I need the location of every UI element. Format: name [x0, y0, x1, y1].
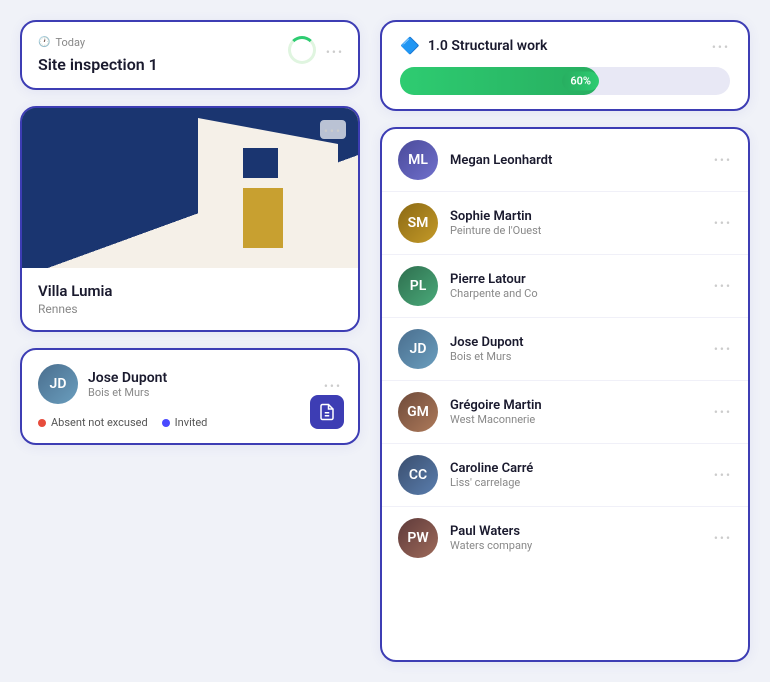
- person-avatar: JD: [38, 364, 78, 404]
- person-more-button[interactable]: [714, 215, 732, 231]
- list-item: SM Sophie Martin Peinture de l'Ouest: [382, 192, 748, 255]
- person-details: Pierre Latour Charpente and Co: [450, 272, 702, 300]
- person-details: Grégoire Martin West Maconnerie: [450, 398, 702, 426]
- inspection-more-button[interactable]: [326, 41, 344, 60]
- person-details: Caroline Carré Liss' carrelage: [450, 461, 702, 489]
- person-more-button[interactable]: [714, 467, 732, 483]
- report-button[interactable]: [310, 395, 344, 429]
- person-more-button[interactable]: [324, 375, 342, 394]
- person-details: Megan Leonhardt: [450, 153, 702, 168]
- person-details: Sophie Martin Peinture de l'Ouest: [450, 209, 702, 237]
- person-name: Sophie Martin: [450, 209, 702, 224]
- avatar: PW: [398, 518, 438, 558]
- people-list: ML Megan Leonhardt SM Sophie Martin Pein…: [382, 129, 748, 569]
- villa-card: Villa Lumia Rennes: [20, 106, 360, 332]
- person-company: Waters company: [450, 539, 702, 552]
- villa-location: Rennes: [38, 302, 342, 316]
- person-name: Jose Dupont: [88, 370, 167, 386]
- person-company: Bois et Murs: [450, 350, 702, 363]
- person-company: Peinture de l'Ouest: [450, 224, 702, 237]
- progress-label: 60%: [562, 72, 599, 91]
- avatar: GM: [398, 392, 438, 432]
- villa-info: Villa Lumia Rennes: [22, 268, 358, 330]
- person-card: JD Jose Dupont Bois et Murs Absent not e…: [20, 348, 360, 445]
- invited-dot: [162, 419, 170, 427]
- person-more-button[interactable]: [714, 278, 732, 294]
- structural-card: 🔷 1.0 Structural work 60%: [380, 20, 750, 111]
- avatar: JD: [398, 329, 438, 369]
- person-name: Jose Dupont: [450, 335, 702, 350]
- avatar: CC: [398, 455, 438, 495]
- person-more-button[interactable]: [714, 152, 732, 168]
- progress-bar-background: 60%: [400, 67, 730, 95]
- absent-label: Absent not excused: [51, 416, 148, 429]
- structural-header: 🔷 1.0 Structural work: [400, 36, 730, 55]
- person-company: West Maconnerie: [450, 413, 702, 426]
- structural-icon: 🔷: [400, 36, 420, 55]
- person-row: JD Jose Dupont Bois et Murs: [38, 364, 342, 404]
- person-details: Paul Waters Waters company: [450, 524, 702, 552]
- site-inspection-card: 🕐 Today Site inspection 1: [20, 20, 360, 90]
- avatar: SM: [398, 203, 438, 243]
- person-company: Bois et Murs: [88, 386, 167, 399]
- app-layout: 🕐 Today Site inspection 1: [0, 0, 770, 682]
- progress-bar-fill: 60%: [400, 67, 598, 95]
- people-card: ML Megan Leonhardt SM Sophie Martin Pein…: [380, 127, 750, 662]
- person-more-button[interactable]: [714, 404, 732, 420]
- person-name: Caroline Carré: [450, 461, 702, 476]
- inspection-actions: [288, 36, 344, 64]
- villa-window: [243, 148, 278, 178]
- structural-title: 1.0 Structural work: [428, 38, 704, 54]
- list-item: PL Pierre Latour Charpente and Co: [382, 255, 748, 318]
- left-column: 🕐 Today Site inspection 1: [20, 20, 360, 662]
- invited-label: Invited: [175, 416, 208, 429]
- person-more-button[interactable]: [714, 341, 732, 357]
- villa-image-inner: [22, 108, 358, 268]
- villa-name: Villa Lumia: [38, 282, 342, 300]
- clock-icon: 🕐: [38, 37, 50, 48]
- today-text: Today: [55, 36, 85, 49]
- tags-row: Absent not excused Invited: [38, 416, 342, 429]
- list-item: GM Grégoire Martin West Maconnerie: [382, 381, 748, 444]
- person-name: Grégoire Martin: [450, 398, 702, 413]
- villa-more-button[interactable]: [320, 120, 346, 139]
- person-info: Jose Dupont Bois et Murs: [88, 370, 167, 399]
- structural-more-button[interactable]: [712, 36, 730, 55]
- avatar: PL: [398, 266, 438, 306]
- person-details: Jose Dupont Bois et Murs: [450, 335, 702, 363]
- list-item: JD Jose Dupont Bois et Murs: [382, 318, 748, 381]
- villa-scene: [22, 108, 358, 268]
- list-item: ML Megan Leonhardt: [382, 129, 748, 192]
- absent-dot: [38, 419, 46, 427]
- villa-door: [243, 188, 283, 248]
- list-item: PW Paul Waters Waters company: [382, 507, 748, 569]
- person-name: Pierre Latour: [450, 272, 702, 287]
- person-name: Megan Leonhardt: [450, 153, 702, 168]
- avatar: ML: [398, 140, 438, 180]
- villa-image: [22, 108, 358, 268]
- right-column: 🔷 1.0 Structural work 60% ML Megan Leonh…: [380, 20, 750, 662]
- person-company: Liss' carrelage: [450, 476, 702, 489]
- invited-tag: Invited: [162, 416, 208, 429]
- absent-tag: Absent not excused: [38, 416, 148, 429]
- list-item: CC Caroline Carré Liss' carrelage: [382, 444, 748, 507]
- person-name: Paul Waters: [450, 524, 702, 539]
- person-more-button[interactable]: [714, 530, 732, 546]
- person-company: Charpente and Co: [450, 287, 702, 300]
- progress-spinner: [288, 36, 316, 64]
